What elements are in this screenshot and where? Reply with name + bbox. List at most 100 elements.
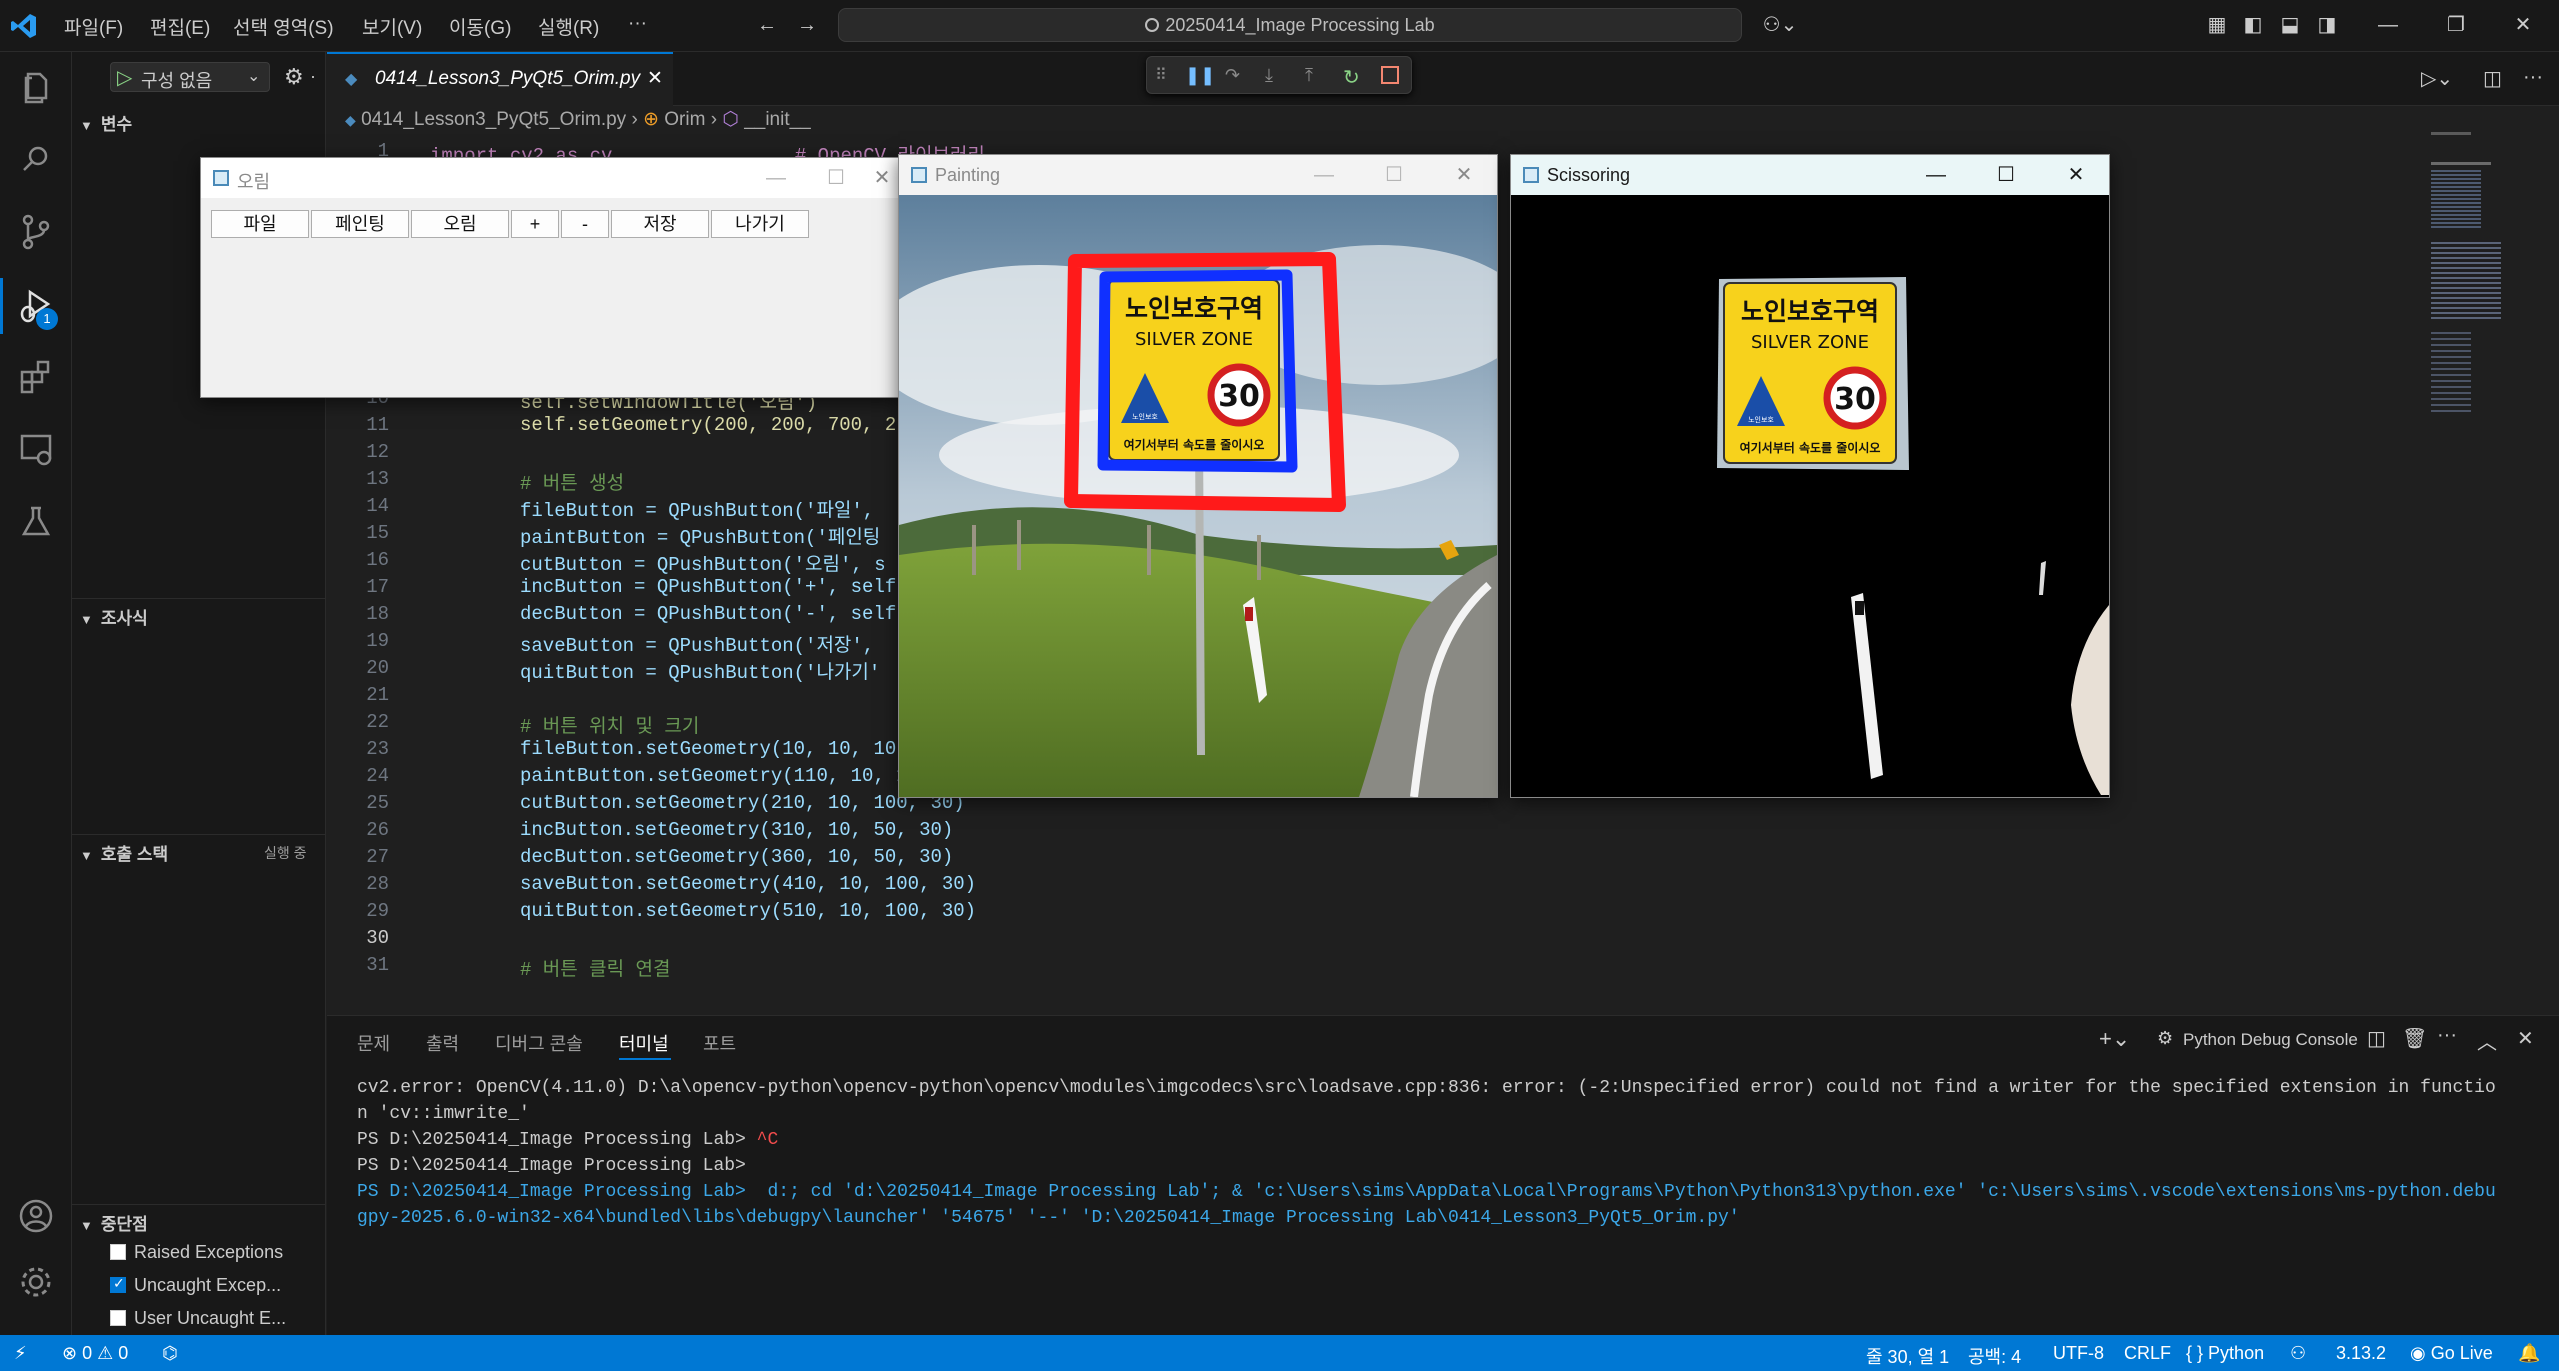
forward-arrow-icon[interactable]: →	[794, 12, 820, 38]
console-label[interactable]: Python Debug Console	[2183, 1030, 2358, 1050]
language-mode[interactable]: { } Python	[2186, 1343, 2264, 1364]
tab-debug-console[interactable]: 디버그 콘솔	[495, 1030, 583, 1056]
command-center-search[interactable]: 20250414_Image Processing Lab	[838, 8, 1742, 42]
line-ending[interactable]: CRLF	[2124, 1343, 2171, 1364]
toggle-panel-icon[interactable]: ⬓	[2277, 12, 2303, 38]
minimap[interactable]	[2423, 132, 2523, 432]
run-config-select[interactable]: ▷ 구성 없음 ⌄	[110, 62, 270, 92]
cursor-position[interactable]: 줄 30, 열 1	[1866, 1343, 1949, 1369]
scissoring-canvas[interactable]: 노인보호구역 SILVER ZONE 노인보호 30 여기서부터 속도를 줄이시…	[1511, 195, 2109, 797]
checkbox-checked[interactable]: ✓	[110, 1275, 126, 1293]
minimize-icon[interactable]: —	[1309, 161, 1339, 189]
toggle-sidebar-icon[interactable]: ◧	[2240, 12, 2266, 38]
quit-button[interactable]: 나가기	[711, 210, 809, 238]
painting-canvas[interactable]: 노인보호구역 SILVER ZONE 노인보호 30 여기서부터 속도를 줄이시…	[899, 195, 1497, 797]
maximize-icon[interactable]: ☐	[821, 164, 851, 192]
orim-window-titlebar[interactable]: 오림 — ☐ ✕	[201, 158, 899, 198]
tab-output[interactable]: 출력	[426, 1030, 459, 1056]
restart-icon[interactable]: ↻	[1343, 65, 1365, 89]
file-button[interactable]: 파일	[211, 210, 309, 238]
notifications-bell-icon[interactable]: 🔔	[2518, 1343, 2540, 1364]
checkbox[interactable]	[110, 1310, 126, 1326]
breakpoint-user-uncaught[interactable]: User Uncaught E...	[110, 1308, 286, 1329]
menu-view[interactable]: 보기(V)	[362, 13, 422, 40]
search-icon[interactable]	[14, 138, 58, 182]
menu-go[interactable]: 이동(G)	[449, 13, 511, 40]
trash-icon[interactable]: 🗑	[2402, 1026, 2427, 1051]
copilot-status-icon[interactable]: ⚇	[2290, 1343, 2306, 1364]
copilot-icon[interactable]: ⚇⌄	[1760, 12, 1800, 38]
remote-explorer-icon[interactable]	[14, 428, 58, 472]
save-button[interactable]: 저장	[611, 210, 709, 238]
minimize-icon[interactable]: —	[1921, 161, 1951, 189]
maximize-panel-icon[interactable]: ︿	[2477, 1026, 2497, 1055]
more-actions-icon[interactable]: ···	[2437, 1024, 2457, 1047]
tab-terminal[interactable]: 터미널	[619, 1030, 669, 1056]
callstack-section-header[interactable]: ▼ 호출 스택	[80, 840, 168, 865]
customize-layout-icon[interactable]: ▦	[2204, 12, 2230, 38]
gear-icon[interactable]: ⚙	[284, 64, 304, 90]
back-arrow-icon[interactable]: ←	[754, 12, 780, 38]
painting-window-titlebar[interactable]: Painting — ☐ ✕	[899, 155, 1497, 195]
split-editor-icon[interactable]: ◫	[2483, 66, 2502, 91]
indentation[interactable]: 공백: 4	[1968, 1343, 2021, 1369]
extensions-icon[interactable]	[14, 356, 58, 400]
errors-indicator[interactable]: ⊗ 0 ⚠ 0	[62, 1343, 128, 1364]
restore-icon[interactable]: ❐	[2443, 12, 2469, 38]
close-icon[interactable]: ✕	[2061, 161, 2091, 189]
variables-section-header[interactable]: ▼ 변수	[80, 110, 132, 135]
paint-button[interactable]: 페인팅	[311, 210, 409, 238]
cut-button[interactable]: 오림	[411, 210, 509, 238]
account-icon[interactable]	[14, 1194, 58, 1238]
breadcrumb-file[interactable]: 0414_Lesson3_PyQt5_Orim.py	[361, 109, 626, 130]
stop-icon[interactable]	[1381, 66, 1399, 84]
tab-orim-py[interactable]: ◆ 0414_Lesson3_PyQt5_Orim.py ✕	[327, 52, 673, 106]
decrease-button[interactable]: -	[561, 210, 609, 238]
breakpoints-section-header[interactable]: ▼ 중단점	[80, 1210, 148, 1235]
step-over-icon[interactable]: ↷	[1225, 65, 1247, 87]
drag-handle-icon[interactable]: ⠿	[1155, 65, 1177, 87]
watch-section-header[interactable]: ▼ 조사식	[80, 604, 148, 629]
step-into-icon[interactable]: ⤓	[1265, 65, 1287, 87]
scissoring-window-titlebar[interactable]: Scissoring — ☐ ✕	[1511, 155, 2109, 195]
tab-problems[interactable]: 문제	[357, 1030, 390, 1056]
close-icon[interactable]: ✕	[1449, 161, 1479, 189]
more-actions-icon[interactable]: ···	[2523, 66, 2543, 89]
testing-icon[interactable]	[14, 500, 58, 544]
golive-button[interactable]: ◉ Go Live	[2410, 1343, 2493, 1364]
menu-run[interactable]: 실행(R)	[538, 13, 599, 40]
maximize-icon[interactable]: ☐	[1991, 161, 2021, 189]
breakpoint-raised-exceptions[interactable]: Raised Exceptions	[110, 1242, 283, 1263]
tab-ports[interactable]: 포트	[703, 1030, 736, 1056]
breadcrumb-class[interactable]: Orim	[664, 109, 705, 130]
split-terminal-icon[interactable]: ◫	[2367, 1026, 2386, 1051]
close-icon[interactable]: ✕	[2510, 12, 2536, 38]
new-terminal-icon[interactable]: +⌄	[2099, 1026, 2130, 1052]
encoding[interactable]: UTF-8	[2053, 1343, 2104, 1364]
toggle-secondary-sidebar-icon[interactable]: ◨	[2314, 12, 2340, 38]
source-control-icon[interactable]	[14, 210, 58, 254]
breadcrumb-method[interactable]: __init__	[744, 109, 811, 130]
step-out-icon[interactable]: ⤒	[1305, 65, 1327, 87]
menu-selection[interactable]: 선택 영역(S)	[233, 13, 334, 40]
remote-indicator-icon[interactable]: ⚡	[14, 1343, 27, 1364]
minimize-icon[interactable]: —	[2375, 12, 2401, 38]
start-debugging-icon[interactable]: ▷	[117, 65, 132, 90]
menu-file[interactable]: 파일(F)	[64, 13, 123, 40]
close-panel-icon[interactable]: ✕	[2517, 1026, 2534, 1051]
debug-icon[interactable]: ⌬	[162, 1343, 178, 1364]
explorer-icon[interactable]	[14, 66, 58, 110]
python-version[interactable]: 3.13.2	[2336, 1343, 2386, 1364]
more-actions-icon[interactable]: ·	[310, 66, 316, 87]
run-file-icon[interactable]: ▷⌄	[2421, 66, 2453, 91]
menu-edit[interactable]: 편집(E)	[150, 13, 210, 40]
menu-more[interactable]: ···	[628, 13, 647, 35]
increase-button[interactable]: +	[511, 210, 559, 238]
close-tab-icon[interactable]: ✕	[647, 67, 663, 90]
checkbox[interactable]	[110, 1244, 126, 1260]
close-icon[interactable]: ✕	[867, 164, 897, 192]
pause-icon[interactable]: ❚❚	[1185, 65, 1215, 87]
settings-gear-icon[interactable]	[14, 1260, 58, 1304]
minimize-icon[interactable]: —	[761, 164, 791, 192]
breakpoint-uncaught-exceptions[interactable]: ✓ Uncaught Excep...	[110, 1275, 281, 1296]
